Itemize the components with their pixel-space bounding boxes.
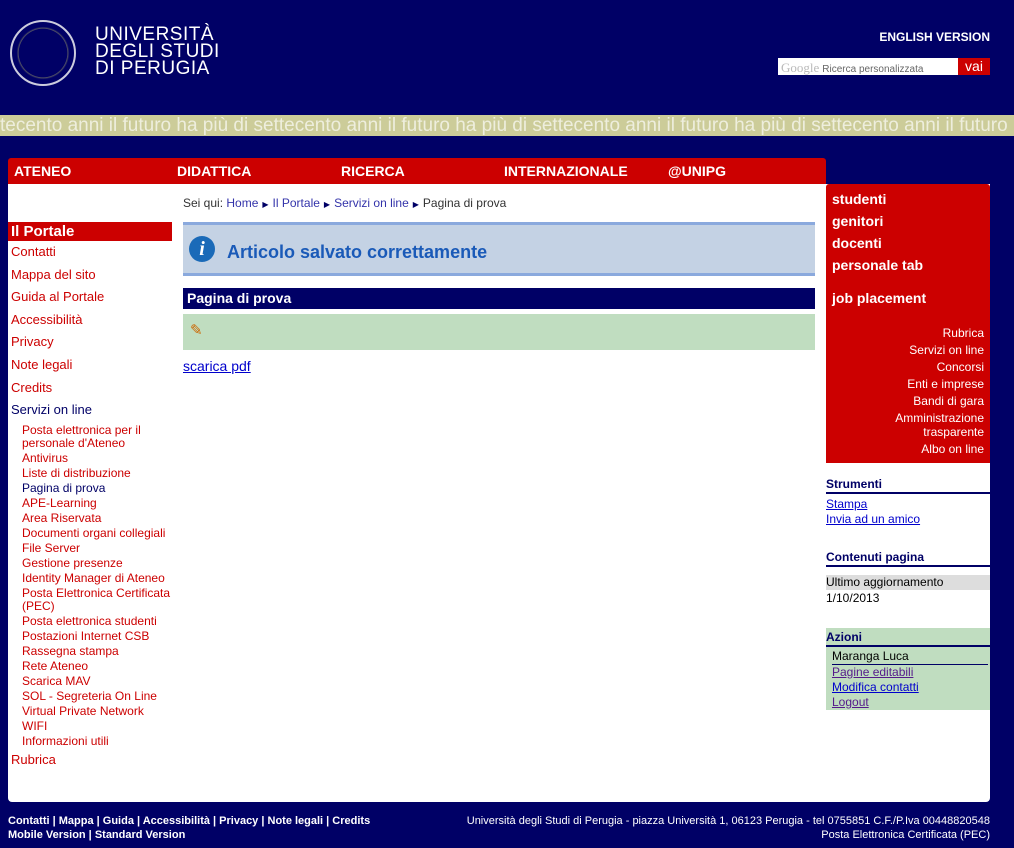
link-amministrazione[interactable]: Amministrazione trasparente: [826, 411, 990, 439]
breadcrumb-current: Pagina di prova: [422, 196, 507, 210]
link-servizi[interactable]: Servizi on line: [826, 343, 990, 357]
submenu-item[interactable]: APE-Learning: [8, 496, 172, 510]
arrow-icon: ▶: [412, 200, 419, 209]
editable-pages-link[interactable]: Pagine editabili: [826, 665, 990, 680]
link-concorsi[interactable]: Concorsi: [826, 360, 990, 374]
submenu-item[interactable]: Identity Manager di Ateneo: [8, 571, 172, 585]
search-placeholder: Ricerca personalizzata: [822, 64, 924, 75]
sidebar-item-rubrica[interactable]: Rubrica: [8, 749, 172, 772]
link-albo[interactable]: Albo on line: [826, 442, 990, 456]
english-version-link[interactable]: ENGLISH VERSION: [879, 30, 990, 44]
footer-links: Contatti | Mappa | Guida | Accessibilità…: [8, 814, 370, 842]
pec-link[interactable]: Posta Elettronica Certificata (PEC): [467, 828, 990, 842]
breadcrumb-servizi[interactable]: Servizi on line: [334, 196, 409, 210]
last-update-date: 1/10/2013: [826, 591, 880, 605]
sidebar-item[interactable]: Privacy: [8, 331, 172, 354]
submenu-item[interactable]: Posta elettronica per il personale d'Ate…: [8, 423, 172, 450]
info-message: i Articolo salvato correttamente: [183, 222, 815, 276]
submenu-item[interactable]: Postazioni Internet CSB: [8, 629, 172, 643]
right-menu: studenti genitori docenti personale tab …: [826, 184, 990, 463]
footer-version-links[interactable]: Mobile Version | Standard Version: [8, 828, 370, 842]
contenuti-title: Contenuti pagina: [826, 550, 990, 567]
strumenti-box: Strumenti Stampa Invia ad un amico: [826, 477, 990, 527]
submenu-item[interactable]: WIFI: [8, 719, 172, 733]
breadcrumb-home[interactable]: Home: [226, 196, 258, 210]
page-title: Pagina di prova: [183, 288, 815, 309]
print-link[interactable]: Stampa: [826, 497, 990, 512]
user-name: Maranga Luca: [832, 648, 988, 665]
sidebar-item[interactable]: Mappa del sito: [8, 264, 172, 287]
sidebar-submenu: Posta elettronica per il personale d'Ate…: [8, 423, 172, 748]
submenu-item[interactable]: File Server: [8, 541, 172, 555]
strumenti-title: Strumenti: [826, 477, 990, 494]
link-genitori[interactable]: genitori: [826, 210, 990, 232]
logo-line: DI PERUGIA: [95, 58, 210, 79]
nav-didattica[interactable]: DIDATTICA: [177, 163, 251, 179]
breadcrumb-portale[interactable]: Il Portale: [273, 196, 320, 210]
tagline-banner: tecento anni il futuro ha più di settece…: [0, 115, 1014, 136]
submenu-item[interactable]: Documenti organi collegiali: [8, 526, 172, 540]
azioni-title: Azioni: [826, 628, 990, 647]
link-job-placement[interactable]: job placement: [826, 287, 990, 309]
search-button[interactable]: vai: [958, 58, 990, 75]
arrow-icon: ▶: [262, 200, 269, 209]
edit-toolbar: ✎: [183, 314, 815, 350]
edit-icon[interactable]: ✎: [190, 322, 203, 339]
edit-contacts-link[interactable]: Modifica contatti: [826, 680, 990, 695]
info-icon: i: [189, 236, 215, 262]
submenu-item[interactable]: Virtual Private Network: [8, 704, 172, 718]
link-studenti[interactable]: studenti: [826, 188, 990, 210]
submenu-item[interactable]: Rassegna stampa: [8, 644, 172, 658]
sidebar-title: Il Portale: [8, 222, 172, 241]
submenu-item[interactable]: Area Riservata: [8, 511, 172, 525]
submenu-item[interactable]: Posta Elettronica Certificata (PEC): [8, 586, 172, 613]
submenu-item[interactable]: Posta elettronica studenti: [8, 614, 172, 628]
link-rubrica[interactable]: Rubrica: [826, 326, 990, 340]
link-bandi[interactable]: Bandi di gara: [826, 394, 990, 408]
nav-internazionale[interactable]: INTERNAZIONALE: [504, 163, 628, 179]
search-form: Google Ricerca personalizzata vai: [778, 58, 990, 75]
info-message-text: Articolo salvato correttamente: [227, 241, 488, 262]
sidebar-item[interactable]: Credits: [8, 377, 172, 400]
submenu-item[interactable]: Pagina di prova: [8, 481, 172, 495]
submenu-item[interactable]: Rete Ateneo: [8, 659, 172, 673]
footer-address: Università degli Studi di Perugia - piaz…: [467, 814, 990, 842]
download-pdf-link[interactable]: scarica pdf: [183, 358, 815, 374]
submenu-item[interactable]: Scarica MAV: [8, 674, 172, 688]
sidebar-item-servizi[interactable]: Servizi on line: [8, 399, 172, 422]
main-nav: ATENEO DIDATTICA RICERCA INTERNAZIONALE …: [8, 158, 826, 184]
submenu-item[interactable]: Antivirus: [8, 451, 172, 465]
search-input[interactable]: Google Ricerca personalizzata: [778, 58, 958, 75]
google-logo: Google: [781, 60, 820, 75]
sidebar-item[interactable]: Contatti: [8, 241, 172, 264]
send-friend-link[interactable]: Invia ad un amico: [826, 512, 990, 527]
university-seal-logo[interactable]: [10, 20, 76, 86]
contenuti-box: Contenuti pagina Ultimo aggiornamento 1/…: [826, 550, 990, 606]
azioni-box: Azioni Maranga Luca Pagine editabili Mod…: [826, 628, 990, 710]
sidebar-item[interactable]: Note legali: [8, 354, 172, 377]
address-text: Università degli Studi di Perugia - piaz…: [466, 815, 990, 827]
breadcrumb-prefix: Sei qui:: [183, 196, 224, 210]
arrow-icon: ▶: [323, 200, 331, 209]
link-docenti[interactable]: docenti: [826, 232, 990, 254]
main-content: Sei qui: Home ▶ Il Portale ▶ Servizi on line…: [183, 196, 815, 374]
submenu-item[interactable]: Gestione presenze: [8, 556, 172, 570]
left-sidebar: Il Portale Contatti Mappa del sito Guida…: [8, 222, 172, 772]
sidebar-item[interactable]: Accessibilità: [8, 309, 172, 332]
link-enti[interactable]: Enti e imprese: [826, 377, 990, 391]
logout-link[interactable]: Logout: [826, 695, 990, 710]
university-name-logo[interactable]: UNIVERSITÀ DEGLI STUDI DI PERUGIA: [95, 25, 220, 79]
submenu-item[interactable]: SOL - Segreteria On Line: [8, 689, 172, 703]
breadcrumb: Sei qui: Home ▶ Il Portale ▶ Servizi on line…: [183, 196, 815, 210]
nav-unipg[interactable]: @UNIPG: [668, 163, 726, 179]
nav-ricerca[interactable]: RICERCA: [341, 163, 405, 179]
sidebar-item[interactable]: Guida al Portale: [8, 286, 172, 309]
link-personale-tab[interactable]: personale tab: [826, 254, 990, 276]
last-update-label: Ultimo aggiornamento: [826, 575, 990, 590]
footer-nav-links[interactable]: Contatti | Mappa | Guida | Accessibilità…: [8, 814, 370, 828]
submenu-item[interactable]: Informazioni utili: [8, 734, 172, 748]
submenu-item[interactable]: Liste di distribuzione: [8, 466, 172, 480]
nav-ateneo[interactable]: ATENEO: [14, 163, 71, 179]
